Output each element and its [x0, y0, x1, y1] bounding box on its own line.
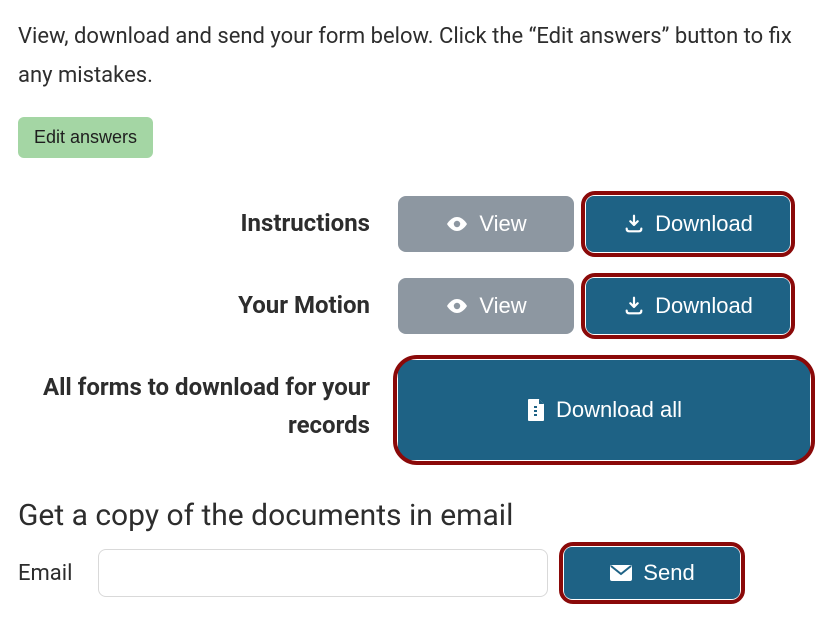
- view-instructions-label: View: [479, 211, 526, 237]
- download-icon: [623, 213, 645, 235]
- intro-text: View, download and send your form below.…: [18, 18, 822, 95]
- row-actions-all-forms: Download all: [398, 360, 822, 460]
- email-row: Email Send: [18, 547, 822, 599]
- view-motion-label: View: [479, 293, 526, 319]
- email-label: Email: [18, 561, 82, 586]
- documents-rows: Instructions View: [18, 196, 822, 460]
- email-field[interactable]: [98, 549, 548, 597]
- row-motion: Your Motion View: [18, 278, 822, 334]
- row-label-motion: Your Motion: [18, 278, 398, 324]
- view-motion-button[interactable]: View: [398, 278, 574, 334]
- download-instructions-button[interactable]: Download: [586, 196, 790, 252]
- row-actions-instructions: View Download: [398, 196, 822, 252]
- download-instructions-label: Download: [655, 211, 753, 237]
- file-zip-icon: [526, 398, 546, 422]
- view-instructions-button[interactable]: View: [398, 196, 574, 252]
- highlight-outline: Download: [586, 196, 790, 252]
- send-button[interactable]: Send: [564, 547, 740, 599]
- highlight-outline: Download all: [398, 360, 810, 460]
- email-section-heading: Get a copy of the documents in email: [18, 498, 822, 533]
- eye-icon: [445, 212, 469, 236]
- row-actions-motion: View Download: [398, 278, 822, 334]
- eye-icon: [445, 294, 469, 318]
- row-label-all-forms: All forms to download for your records: [18, 360, 398, 445]
- download-all-label: Download all: [556, 397, 682, 423]
- row-label-instructions: Instructions: [18, 196, 398, 242]
- row-instructions: Instructions View: [18, 196, 822, 252]
- highlight-outline: Download: [586, 278, 790, 334]
- edit-answers-button[interactable]: Edit answers: [18, 117, 153, 158]
- download-motion-label: Download: [655, 293, 753, 319]
- envelope-icon: [609, 564, 633, 582]
- download-motion-button[interactable]: Download: [586, 278, 790, 334]
- download-icon: [623, 295, 645, 317]
- highlight-outline: Send: [564, 547, 740, 599]
- row-all-forms: All forms to download for your records D…: [18, 360, 822, 460]
- download-all-button[interactable]: Download all: [398, 360, 810, 460]
- send-label: Send: [643, 560, 694, 586]
